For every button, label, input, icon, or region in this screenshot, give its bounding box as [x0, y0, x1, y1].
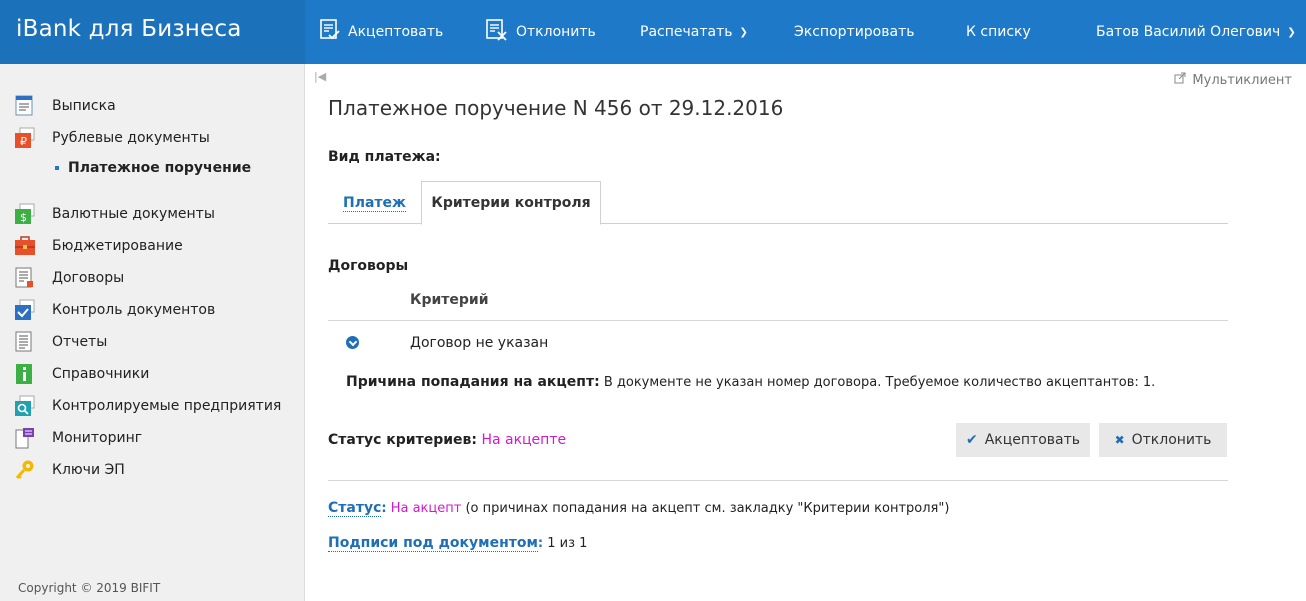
- monitoring-icon: [14, 427, 36, 449]
- signatures: Подписи под документом: 1 из 1: [328, 535, 588, 552]
- sidebar-item-budget[interactable]: Бюджетирование: [14, 234, 183, 258]
- sidebar-item-contracts[interactable]: Договоры: [14, 266, 124, 290]
- user-menu[interactable]: Батов Василий Олегович ❯: [1096, 0, 1296, 64]
- accept-button-label: Акцептовать: [984, 432, 1081, 448]
- app-brand[interactable]: iBank для Бизнеса: [0, 0, 305, 64]
- sidebar-item-label: Договоры: [52, 270, 125, 286]
- tab-payment[interactable]: Платеж: [328, 182, 421, 224]
- payment-type-label: Вид платежа:: [328, 149, 441, 165]
- budget-icon: [14, 235, 36, 257]
- statement-icon: [14, 95, 36, 117]
- accept-nav-button[interactable]: Акцептовать: [320, 0, 443, 64]
- print-menu[interactable]: Распечатать ❯: [640, 0, 748, 64]
- svg-text:₽: ₽: [20, 135, 27, 148]
- sidebar-item-ruble-docs[interactable]: ₽ Рублевые документы: [14, 126, 210, 150]
- top-bar: iBank для Бизнеса Акцептовать Отклонить …: [0, 0, 1306, 64]
- user-name: Батов Василий Олегович: [1096, 24, 1281, 40]
- criteria-status-value: На акцепте: [481, 432, 567, 448]
- multi-client-link[interactable]: Мультиклиент: [1174, 72, 1292, 88]
- sidebar-item-label: Валютные документы: [52, 206, 215, 222]
- ruble-docs-icon: ₽: [14, 127, 36, 149]
- sidebar-item-reference[interactable]: Справочники: [14, 362, 149, 386]
- sidebar-item-doc-control[interactable]: Контроль документов: [14, 298, 215, 322]
- accept-doc-icon: [320, 19, 340, 45]
- key-icon: [14, 459, 36, 481]
- sidebar-item-label: Рублевые документы: [52, 130, 210, 146]
- divider: [328, 320, 1228, 321]
- sidebar-item-controlled-companies[interactable]: Контролируемые предприятия: [14, 394, 281, 418]
- sidebar-subitem-label: Платежное поручение: [68, 160, 252, 176]
- criterion-value: Договор не указан: [410, 335, 549, 351]
- to-list-label: К списку: [966, 24, 1031, 40]
- accept-button[interactable]: ✔ Акцептовать: [956, 423, 1090, 457]
- reject-nav-button[interactable]: Отклонить: [486, 0, 596, 64]
- collapse-sidebar-icon[interactable]: |◀: [314, 70, 326, 83]
- external-link-icon: [1174, 72, 1186, 88]
- sidebar-item-keys[interactable]: Ключи ЭП: [14, 458, 125, 482]
- sidebar: Выписка ₽ Рублевые документы Платежное п…: [0, 64, 305, 601]
- section-title: Договоры: [328, 258, 409, 274]
- sidebar-item-label: Бюджетирование: [52, 238, 183, 254]
- close-icon: ✖: [1114, 433, 1125, 447]
- accept-reason: Причина попадания на акцепт: В документе…: [346, 374, 1155, 390]
- expand-row-icon[interactable]: [346, 336, 359, 349]
- sidebar-item-label: Контролируемые предприятия: [52, 398, 282, 414]
- criteria-column-header: Критерий: [410, 292, 489, 308]
- sidebar-subitem-payment-order[interactable]: Платежное поручение: [55, 160, 251, 176]
- sidebar-item-currency-docs[interactable]: $ Валютные документы: [14, 202, 215, 226]
- sidebar-item-monitoring[interactable]: Мониторинг: [14, 426, 142, 450]
- accept-reason-label: Причина попадания на акцепт:: [346, 374, 600, 390]
- bullet-icon: [55, 166, 59, 170]
- status-value: На акцепт: [390, 501, 462, 516]
- tab-bar: Платеж Критерии контроля: [328, 181, 1228, 225]
- sidebar-item-label: Мониторинг: [52, 430, 143, 446]
- chevron-down-icon: ❯: [739, 26, 748, 38]
- sidebar-item-reports[interactable]: Отчеты: [14, 330, 107, 354]
- criteria-status-label: Статус критериев:: [328, 432, 477, 448]
- reference-icon: [14, 363, 36, 385]
- reject-button-label: Отклонить: [1131, 432, 1212, 448]
- controlled-companies-icon: [14, 395, 36, 417]
- main-content: |◀ Мультиклиент Платежное поручение N 45…: [306, 64, 1306, 601]
- signatures-link[interactable]: Подписи под документом: [328, 535, 538, 552]
- accept-nav-label: Акцептовать: [348, 24, 444, 40]
- print-label: Распечатать: [640, 24, 733, 40]
- export-label: Экспортировать: [794, 24, 915, 40]
- contracts-icon: [14, 267, 36, 289]
- sidebar-item-label: Справочники: [52, 366, 150, 382]
- sidebar-item-label: Отчеты: [52, 334, 108, 350]
- status-link[interactable]: Статус: [328, 500, 382, 517]
- currency-docs-icon: $: [14, 203, 36, 225]
- to-list-button[interactable]: К списку: [966, 0, 1031, 64]
- document-status: Статус: На акцепт (о причинах попадания …: [328, 500, 950, 517]
- status-note: (о причинах попадания на акцепт см. закл…: [461, 501, 950, 516]
- chevron-down-icon: ❯: [1287, 26, 1296, 38]
- sidebar-item-label: Контроль документов: [52, 302, 216, 318]
- signatures-value: 1 из 1: [543, 536, 588, 551]
- export-button[interactable]: Экспортировать: [794, 0, 914, 64]
- divider: [328, 480, 1228, 481]
- multi-client-label: Мультиклиент: [1192, 72, 1292, 88]
- page-title: Платежное поручение N 456 от 29.12.2016: [328, 96, 784, 120]
- reject-button[interactable]: ✖ Отклонить: [1099, 423, 1227, 457]
- tab-control-criteria[interactable]: Критерии контроля: [421, 181, 601, 225]
- reject-nav-label: Отклонить: [516, 24, 596, 40]
- top-nav: Акцептовать Отклонить Распечатать ❯ Эксп…: [305, 0, 1306, 64]
- tab-control-criteria-label: Критерии контроля: [431, 195, 591, 211]
- check-icon: ✔: [965, 432, 978, 448]
- reports-icon: [14, 331, 36, 353]
- copyright: Copyright © 2019 BIFIT: [18, 581, 161, 595]
- reject-doc-icon: [486, 19, 508, 45]
- svg-text:$: $: [20, 211, 27, 224]
- sidebar-item-label: Выписка: [52, 98, 116, 114]
- accept-reason-text: В документе не указан номер договора. Тр…: [599, 375, 1156, 390]
- doc-control-icon: [14, 299, 36, 321]
- tab-payment-label: Платеж: [343, 194, 406, 212]
- sidebar-item-statement[interactable]: Выписка: [14, 94, 116, 118]
- sidebar-item-label: Ключи ЭП: [52, 462, 125, 478]
- criteria-status: Статус критериев: На акцепте: [328, 432, 566, 448]
